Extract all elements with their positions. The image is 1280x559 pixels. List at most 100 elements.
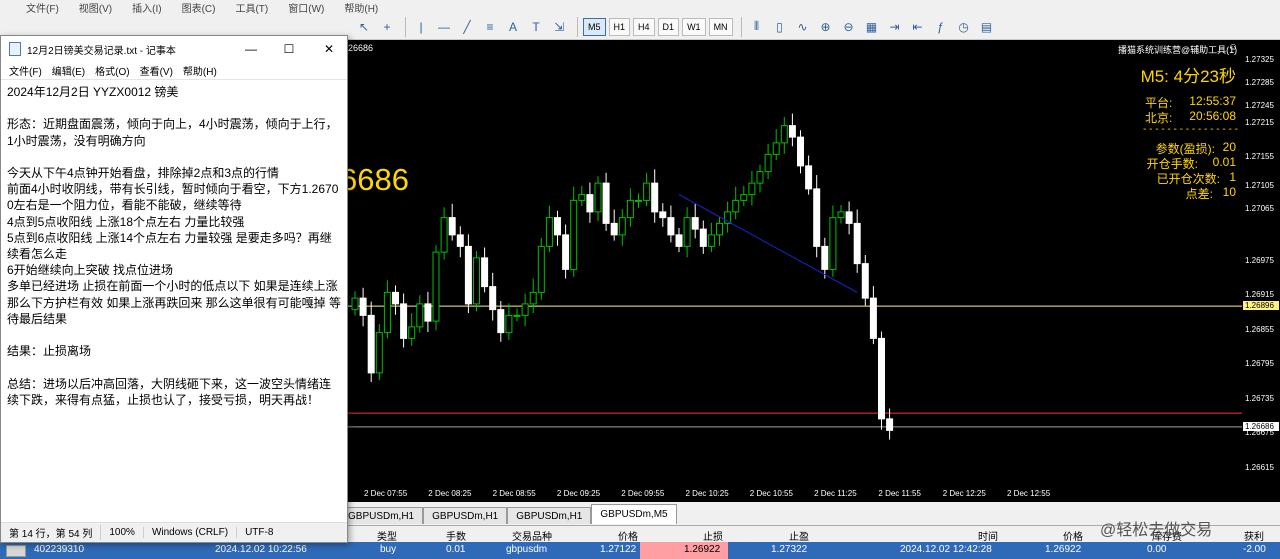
timeframe-d1[interactable]: D1 bbox=[657, 17, 680, 36]
col-lots[interactable]: 手数 bbox=[446, 528, 466, 543]
time-tick-label: 2 Dec 11:55 bbox=[878, 489, 921, 498]
bull-candle bbox=[683, 217, 691, 247]
trendline-icon[interactable]: ╱ bbox=[457, 17, 477, 37]
channel-icon[interactable]: ≡ bbox=[480, 17, 500, 37]
mt-menu-window[interactable]: 窗口(W) bbox=[288, 0, 324, 15]
col-price[interactable]: 价格 bbox=[618, 528, 638, 543]
vertical-line-icon[interactable]: | bbox=[411, 17, 431, 37]
chart-tab-2[interactable]: GBPUSDm,H1 bbox=[423, 507, 508, 524]
price-tick-label: 1.27155 bbox=[1245, 152, 1274, 162]
np-menu-file[interactable]: 文件(F) bbox=[9, 63, 42, 78]
ticket: 402239310 bbox=[34, 544, 85, 555]
bull-candle bbox=[408, 326, 416, 339]
bear-candle bbox=[886, 418, 894, 431]
notepad-text-area[interactable]: 2024年12月2日 YYZX0012 镑美 形态：近期盘面震荡，倾向于向上，4… bbox=[1, 80, 347, 518]
indicators-icon[interactable]: ƒ bbox=[931, 17, 951, 37]
minimize-icon[interactable]: — bbox=[241, 40, 261, 58]
crosshair-icon[interactable]: + bbox=[377, 17, 397, 37]
chart-header-value: 26686 bbox=[348, 43, 374, 53]
timeframe-h1[interactable]: H1 bbox=[608, 17, 631, 36]
order-lots: 0.01 bbox=[446, 544, 466, 555]
col-type[interactable]: 类型 bbox=[377, 528, 397, 543]
arrows-icon[interactable]: ⇲ bbox=[549, 17, 569, 37]
bull-candle bbox=[635, 199, 642, 202]
timeframe-m5[interactable]: M5 bbox=[583, 17, 606, 36]
big-price-text: 6686 bbox=[340, 162, 409, 197]
col-symbol[interactable]: 交易品种 bbox=[512, 528, 552, 543]
mt-menu-insert[interactable]: 插入(I) bbox=[132, 0, 161, 15]
bar-countdown: M5: 4分23秒 bbox=[1140, 67, 1236, 86]
price-chart[interactable]: 26686 6686 播猫系统训练营@辅助工具(1) ☺ M5: 4分23秒 平… bbox=[340, 40, 1280, 502]
cursor-icon[interactable]: ↖ bbox=[354, 17, 374, 37]
zoom-out-icon[interactable]: ⊖ bbox=[839, 17, 859, 37]
bear-candle bbox=[651, 182, 659, 213]
candle-chart-icon[interactable]: ▯ bbox=[770, 17, 790, 37]
history-row[interactable]: 402239310 2024.12.02 10:22:56 buy 0.01 g… bbox=[0, 542, 1280, 559]
timeframe-mn[interactable]: MN bbox=[708, 17, 733, 36]
np-menu-help[interactable]: 帮助(H) bbox=[183, 63, 217, 78]
autoscroll-icon[interactable]: ⇥ bbox=[885, 17, 905, 37]
col-sl[interactable]: 止损 bbox=[703, 528, 723, 543]
bull-candle bbox=[756, 171, 764, 184]
chart-shift-icon[interactable]: ⇤ bbox=[908, 17, 928, 37]
bull-candle bbox=[505, 314, 513, 334]
mt-menu-charts[interactable]: 图表(C) bbox=[182, 0, 216, 15]
chart-tab-active[interactable]: GBPUSDm,M5 bbox=[591, 504, 677, 524]
horizontal-line-icon[interactable]: — bbox=[434, 17, 454, 37]
close-icon[interactable]: ✕ bbox=[319, 40, 339, 58]
col-profit[interactable]: 获利 bbox=[1244, 528, 1264, 543]
col-close-price[interactable]: 价格 bbox=[1063, 528, 1083, 543]
mt-menu-tools[interactable]: 工具(T) bbox=[235, 0, 268, 15]
bear-candle bbox=[797, 136, 804, 167]
close-price: 1.26922 bbox=[1045, 544, 1082, 555]
tile-windows-icon[interactable]: ▦ bbox=[862, 17, 882, 37]
bull-candle bbox=[432, 251, 440, 322]
indicator-settings-icon[interactable]: ☺ bbox=[1228, 42, 1238, 53]
mt-menu-help[interactable]: 帮助(H) bbox=[344, 0, 378, 15]
periods-icon[interactable]: ◷ bbox=[954, 17, 974, 37]
bull-candle bbox=[732, 199, 740, 213]
bull-candle bbox=[375, 332, 383, 374]
notepad-title: 12月2日镑美交易记录.txt - 记事本 bbox=[27, 45, 176, 57]
order-sl: 1.26922 bbox=[684, 544, 721, 555]
notepad-menubar: 文件(F) 编辑(E) 格式(O) 查看(V) 帮助(H) bbox=[1, 62, 347, 80]
price-axis: 1.27325 1.27285 1.27245 1.27215 1.27155 1.271… bbox=[1242, 40, 1280, 487]
notepad-titlebar[interactable]: 12月2日镑美交易记录.txt - 记事本 — ☐ ✕ bbox=[1, 36, 347, 62]
price-tick-label: 1.26735 bbox=[1245, 393, 1274, 403]
text-tool-icon[interactable]: A bbox=[503, 17, 523, 37]
zoom-in-icon[interactable]: ⊕ bbox=[816, 17, 836, 37]
bear-candle bbox=[392, 291, 399, 305]
profit: -2.00 bbox=[1243, 544, 1266, 555]
bull-candle bbox=[529, 291, 537, 305]
maximize-icon[interactable]: ☐ bbox=[279, 40, 299, 58]
bar-chart-icon[interactable]: ⫴ bbox=[747, 17, 767, 37]
mt-menu-view[interactable]: 视图(V) bbox=[79, 0, 112, 15]
templates-icon[interactable]: ▤ bbox=[977, 17, 997, 37]
np-menu-view[interactable]: 查看(V) bbox=[140, 63, 173, 78]
np-menu-format[interactable]: 格式(O) bbox=[95, 63, 129, 78]
time-axis: 2 Dec 07:55 2 Dec 08:25 2 Dec 08:55 2 Dec 0… bbox=[348, 487, 1280, 502]
price-tick-label: 1.26915 bbox=[1245, 290, 1274, 300]
time-tick-label: 2 Dec 10:55 bbox=[749, 489, 793, 498]
label-tool-icon[interactable]: T bbox=[526, 17, 546, 37]
line-chart-icon[interactable]: ∿ bbox=[793, 17, 813, 37]
toolbar-divider bbox=[577, 16, 578, 37]
bull-candle bbox=[383, 291, 391, 334]
chart-tab-3[interactable]: GBPUSDm,H1 bbox=[507, 507, 592, 524]
np-menu-edit[interactable]: 编辑(E) bbox=[52, 63, 85, 78]
col-close-time[interactable]: 时间 bbox=[978, 528, 998, 543]
chart-tab-1[interactable]: GBPUSDm,H1 bbox=[348, 507, 424, 524]
watermark: @轻松去做交易 bbox=[1100, 522, 1213, 539]
candlestick-chart bbox=[348, 113, 1242, 440]
mt-menu-file[interactable]: 文件(F) bbox=[26, 0, 59, 15]
bull-candle bbox=[780, 125, 788, 144]
time-tick-label: 2 Dec 07:55 bbox=[364, 489, 408, 498]
col-tp[interactable]: 止盈 bbox=[789, 528, 809, 543]
bear-candle bbox=[456, 234, 464, 247]
bear-candle bbox=[448, 217, 456, 236]
notepad-window[interactable]: 12月2日镑美交易记录.txt - 记事本 — ☐ ✕ 文件(F) 编辑(E) … bbox=[0, 35, 348, 543]
bull-candle bbox=[545, 217, 553, 247]
timeframe-w1[interactable]: W1 bbox=[682, 17, 706, 36]
timeframe-h4[interactable]: H4 bbox=[633, 17, 655, 36]
bear-candle bbox=[586, 194, 594, 213]
